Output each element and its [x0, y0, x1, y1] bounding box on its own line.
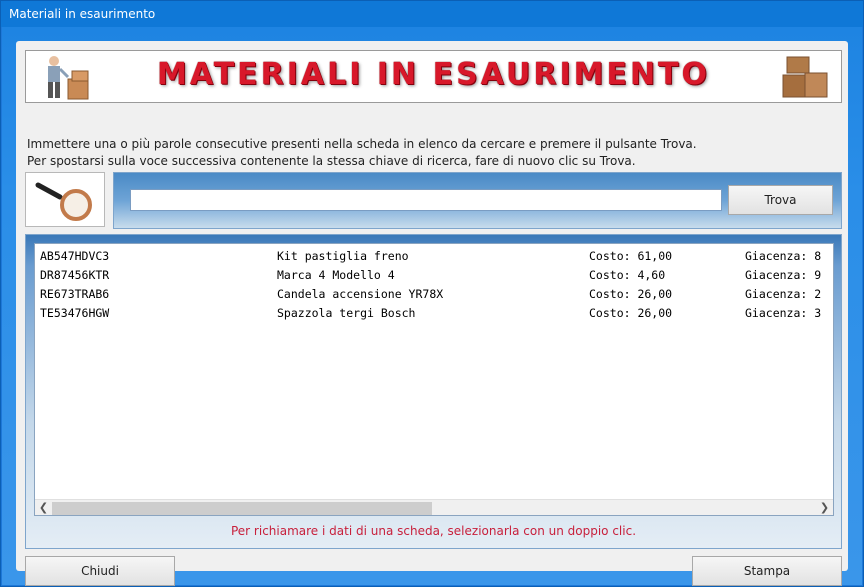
item-cost: Costo: 26,00: [589, 287, 673, 301]
item-description: Kit pastiglia freno: [277, 249, 409, 263]
item-code: DR87456KTR: [40, 268, 110, 282]
item-cost: Costo: 4,60: [589, 268, 666, 282]
item-cost: Costo: 26,00: [589, 306, 673, 320]
item-stock: Giacenza: 8: [745, 249, 822, 263]
item-code: TE53476HGW: [40, 306, 110, 320]
close-button[interactable]: Chiudi: [25, 556, 175, 586]
results-list[interactable]: AB547HDVC3 Kit pastiglia freno Costo: 61…: [34, 243, 834, 516]
list-item[interactable]: TE53476HGW Spazzola tergi Bosch Costo: 2…: [35, 304, 833, 323]
search-input[interactable]: [130, 189, 722, 211]
client-area: MATERIALI IN ESAURIMENTO Immettere una o…: [2, 27, 862, 586]
instructions-line-1: Immettere una o più parole consecutive p…: [27, 137, 697, 151]
scrollbar-thumb[interactable]: [52, 502, 432, 515]
item-description: Spazzola tergi Bosch: [277, 306, 416, 320]
find-button[interactable]: Trova: [728, 185, 833, 215]
list-item[interactable]: RE673TRAB6 Candela accensione YR78X Cost…: [35, 285, 833, 304]
item-cost: Costo: 61,00: [589, 249, 673, 263]
instructions: Immettere una o più parole consecutive p…: [27, 136, 697, 170]
item-code: RE673TRAB6: [40, 287, 110, 301]
item-stock: Giacenza: 3: [745, 306, 822, 320]
item-stock: Giacenza: 9: [745, 268, 822, 282]
item-description: Marca 4 Modello 4: [277, 268, 395, 282]
double-click-hint: Per richiamare i dati di una scheda, sel…: [230, 524, 637, 538]
search-bar: Trova: [113, 172, 842, 229]
print-button[interactable]: Stampa: [692, 556, 842, 586]
window-title: Materiali in esaurimento: [1, 1, 863, 27]
scroll-right-icon[interactable]: ❯: [816, 500, 833, 515]
search-icon-box: [25, 172, 105, 227]
scroll-left-icon[interactable]: ❮: [35, 500, 52, 515]
list-item[interactable]: DR87456KTR Marca 4 Modello 4 Costo: 4,60…: [35, 266, 833, 285]
item-description: Candela accensione YR78X: [277, 287, 444, 301]
list-item[interactable]: AB547HDVC3 Kit pastiglia freno Costo: 61…: [35, 247, 833, 266]
boxes-icon: [782, 56, 828, 98]
banner: MATERIALI IN ESAURIMENTO: [25, 50, 842, 103]
instructions-line-2: Per spostarsi sulla voce successiva cont…: [27, 154, 636, 168]
item-code: AB547HDVC3: [40, 249, 110, 263]
banner-title: MATERIALI IN ESAURIMENTO: [156, 57, 711, 92]
horizontal-scrollbar[interactable]: ❮ ❯: [35, 499, 833, 515]
magnifier-icon: [35, 182, 92, 221]
app-window: Materiali in esaurimento MATERIALI IN ES…: [0, 0, 864, 587]
results-frame: AB547HDVC3 Kit pastiglia freno Costo: 61…: [25, 234, 842, 549]
item-stock: Giacenza: 2: [745, 287, 822, 301]
main-panel: MATERIALI IN ESAURIMENTO Immettere una o…: [16, 41, 848, 586]
